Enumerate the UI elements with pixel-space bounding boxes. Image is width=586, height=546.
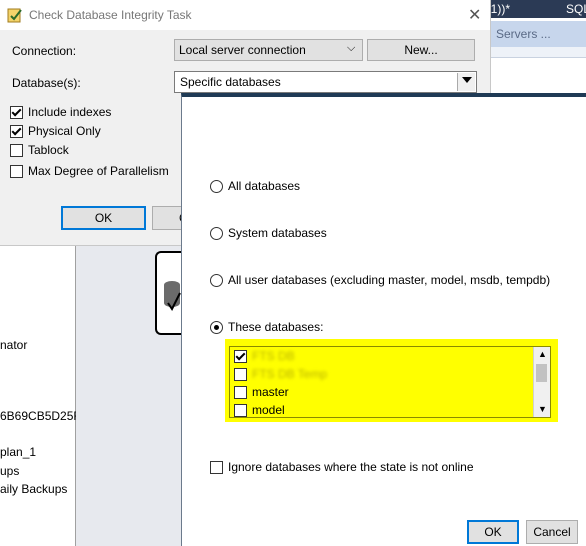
- ignore-offline-checkbox[interactable]: [210, 461, 223, 474]
- database-checkbox[interactable]: [234, 350, 247, 363]
- physical-only-label: Physical Only: [28, 124, 101, 138]
- databases-value: Specific databases: [180, 75, 281, 89]
- database-checkbox[interactable]: [234, 368, 247, 381]
- background-left-panel: nator 6B69CB5D25F plan_1 ups aily Backup…: [0, 245, 81, 546]
- all-user-databases-label: All user databases (excluding master, mo…: [228, 273, 551, 287]
- close-icon[interactable]: ✕: [468, 5, 481, 25]
- connection-label: Connection:: [12, 44, 77, 58]
- database-name-obscured: FTS DB: [252, 349, 295, 363]
- tablock-checkbox[interactable]: [10, 144, 23, 157]
- background-left-item[interactable]: nator: [0, 338, 27, 352]
- background-strip: [478, 47, 586, 58]
- these-databases-label: These databases:: [228, 320, 324, 334]
- databases-label: Database(s):: [12, 76, 81, 90]
- new-connection-button[interactable]: New...: [367, 39, 475, 61]
- connection-dropdown[interactable]: Local server connection ⌵: [174, 39, 363, 61]
- database-name-master: master: [252, 385, 289, 399]
- database-name-obscured: FTS DB Temp: [252, 367, 328, 381]
- physical-only-checkbox[interactable]: [10, 125, 23, 138]
- popup-ok-button[interactable]: OK: [467, 520, 519, 544]
- background-left-item[interactable]: 6B69CB5D25F: [0, 409, 81, 423]
- arrow-down-icon: [462, 77, 472, 83]
- database-list[interactable]: FTS DB FTS DB Temp master model ▲ ▼: [229, 346, 551, 418]
- all-databases-radio[interactable]: [210, 180, 223, 193]
- background-sql-text: SQL: [566, 2, 586, 16]
- system-databases-radio[interactable]: [210, 227, 223, 240]
- popup-cancel-button[interactable]: Cancel: [526, 520, 578, 544]
- database-checkbox-master[interactable]: [234, 386, 247, 399]
- background-left-item[interactable]: plan_1: [0, 445, 36, 459]
- databases-dropdown[interactable]: Specific databases: [174, 71, 477, 93]
- database-list-highlight: FTS DB FTS DB Temp master model ▲ ▼: [225, 339, 558, 422]
- database-checkbox-model[interactable]: [234, 404, 247, 417]
- background-title-bar: 01))* SQL: [478, 0, 586, 18]
- scroll-down-icon[interactable]: ▼: [538, 404, 547, 414]
- scroll-up-icon[interactable]: ▲: [538, 349, 547, 359]
- max-degree-parallelism-label: Max Degree of Parallelism: [28, 164, 169, 178]
- system-databases-label: System databases: [228, 226, 327, 240]
- ok-button[interactable]: OK: [61, 206, 146, 230]
- background-left-item[interactable]: aily Backups: [0, 482, 67, 496]
- list-scrollbar[interactable]: ▲ ▼: [533, 347, 550, 417]
- all-databases-label: All databases: [228, 179, 301, 193]
- dropdown-button[interactable]: [457, 73, 475, 91]
- tablock-label: Tablock: [28, 143, 69, 157]
- dialog-title: Check Database Integrity Task: [29, 8, 192, 22]
- max-degree-parallelism-checkbox[interactable]: [10, 165, 23, 178]
- these-databases-radio[interactable]: [210, 321, 223, 334]
- scroll-thumb[interactable]: [536, 364, 547, 382]
- background-left-item[interactable]: ups: [0, 464, 19, 478]
- dialog-title-bar: Check Database Integrity Task ✕: [0, 0, 490, 30]
- connection-value: Local server connection: [179, 43, 306, 57]
- chevron-down-icon: ⌵: [347, 42, 356, 54]
- include-indexes-checkbox[interactable]: [10, 106, 23, 119]
- background-servers-tab[interactable]: Servers ...: [478, 21, 586, 47]
- database-name-model: model: [252, 403, 285, 417]
- ignore-offline-label: Ignore databases where the state is not …: [228, 460, 474, 474]
- include-indexes-label: Include indexes: [28, 105, 112, 119]
- databases-selection-popup: All databases System databases All user …: [181, 93, 586, 546]
- all-user-databases-radio[interactable]: [210, 274, 223, 287]
- background-servers-label: Servers ...: [496, 27, 551, 41]
- task-icon: [7, 8, 22, 23]
- database-check-icon: [164, 281, 181, 311]
